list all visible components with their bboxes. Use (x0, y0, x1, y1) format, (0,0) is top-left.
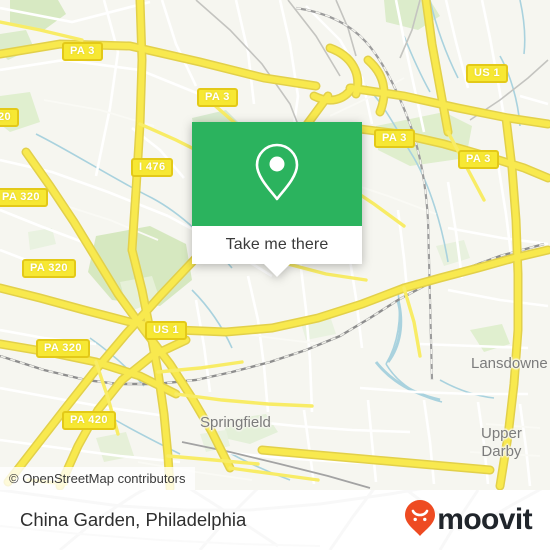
footer-content: China Garden, Philadelphia moovit (0, 490, 550, 550)
moovit-wordmark: moovit (437, 503, 532, 536)
popup-tail-pointer (264, 264, 290, 277)
popup-header (192, 122, 362, 226)
map-pin-icon (253, 141, 301, 208)
moovit-logo[interactable]: moovit (404, 499, 533, 542)
road-shield: PA 3 (374, 129, 415, 148)
map-canvas[interactable]: PA 3 PA 3 20 US 1 PA 3 PA 3 I 476 PA 320… (0, 0, 550, 490)
place-label-line: Upper (481, 425, 522, 442)
road-shield: PA 3 (62, 42, 103, 61)
moovit-map-page: PA 3 PA 3 20 US 1 PA 3 PA 3 I 476 PA 320… (0, 0, 550, 550)
place-label-lansdowne: Lansdowne (471, 355, 548, 372)
road-shield: 20 (0, 108, 20, 127)
road-shield: PA 3 (458, 150, 499, 169)
page-footer: China Garden, Philadelphia moovit (0, 490, 550, 550)
place-title: China Garden, Philadelphia (20, 509, 247, 530)
road-shield: PA 320 (0, 188, 48, 207)
map-attribution[interactable]: © OpenStreetMap contributors (0, 467, 195, 490)
road-shield: US 1 (466, 64, 509, 83)
road-shield: I 476 (131, 158, 174, 177)
location-popup-card[interactable]: Take me there (192, 122, 362, 277)
road-shield: US 1 (145, 321, 188, 340)
road-shield: PA 320 (36, 339, 90, 358)
place-label-springfield: Springfield (200, 414, 271, 431)
place-label-line: Darby (481, 443, 522, 460)
attribution-text: © OpenStreetMap contributors (9, 471, 186, 486)
road-shield: PA 420 (62, 411, 116, 430)
road-shield: PA 3 (197, 88, 238, 107)
popup-footer[interactable]: Take me there (192, 226, 362, 277)
moovit-pin-icon (404, 499, 436, 542)
place-label-upper-darby: Upper Darby (481, 425, 522, 461)
take-me-there-label: Take me there (225, 236, 329, 253)
road-shield: PA 320 (22, 259, 76, 278)
